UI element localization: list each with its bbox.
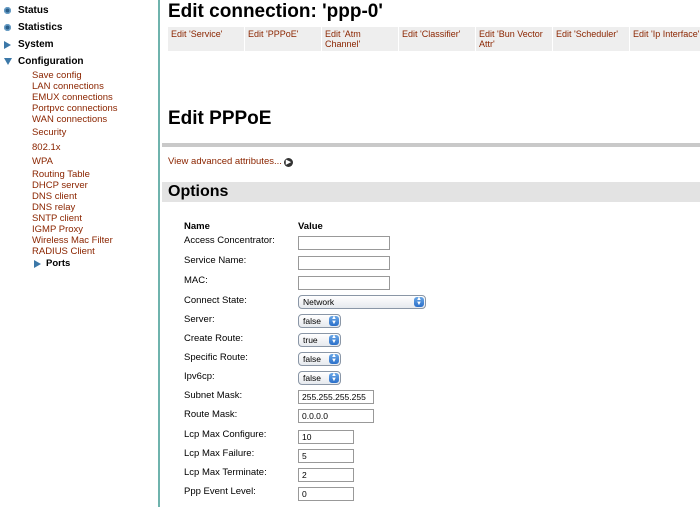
- nav-emux-connections[interactable]: EMUX connections: [32, 92, 113, 103]
- nav-ports[interactable]: Ports: [34, 258, 70, 269]
- field-label: Lcp Max Failure:: [184, 448, 255, 459]
- tab-edit-classifier[interactable]: Edit 'Classifier': [399, 27, 475, 51]
- sidebar: Status Statistics System Configuration S…: [0, 0, 160, 507]
- select-value: false: [303, 373, 321, 383]
- advanced-attributes-link[interactable]: View advanced attributes... ▶: [168, 155, 293, 167]
- go-arrow-icon: ▶: [283, 158, 293, 167]
- nav-configuration[interactable]: Configuration: [4, 56, 84, 67]
- field-label: Lcp Max Terminate:: [184, 467, 267, 478]
- tab-edit-scheduler[interactable]: Edit 'Scheduler': [553, 27, 629, 51]
- field-label: Create Route:: [184, 333, 244, 344]
- connect-state-select[interactable]: Network ▲ ▼: [298, 295, 426, 309]
- specific-route-select[interactable]: false ▲ ▼: [298, 352, 341, 366]
- mac-input[interactable]: [298, 276, 390, 290]
- nav-dns-relay[interactable]: DNS relay: [32, 202, 75, 213]
- nav-8021x[interactable]: 802.1x: [32, 142, 61, 153]
- nav-statistics[interactable]: Statistics: [4, 22, 62, 33]
- triangle-down-icon: [4, 58, 18, 65]
- tab-edit-bun-vector-attr[interactable]: Edit 'Bun Vector Attr': [476, 27, 552, 51]
- nav-dns-client[interactable]: DNS client: [32, 191, 77, 202]
- field-label: Route Mask:: [184, 409, 238, 420]
- field-label: Subnet Mask:: [184, 390, 243, 401]
- access-concentrator-input[interactable]: [298, 236, 390, 250]
- service-name-input[interactable]: [298, 256, 390, 270]
- lcp-max-configure-input[interactable]: 10: [298, 430, 354, 444]
- tab-edit-service[interactable]: Edit 'Service': [168, 27, 244, 51]
- nav-radius-client[interactable]: RADIUS Client: [32, 246, 95, 257]
- page-title: Edit connection: 'ppp-0': [168, 1, 383, 22]
- field-label: Ipv6cp:: [184, 371, 215, 382]
- server-select[interactable]: false ▲ ▼: [298, 314, 341, 328]
- select-value: true: [303, 335, 318, 345]
- options-header: Options: [162, 182, 700, 202]
- nav-dhcp-server[interactable]: DHCP server: [32, 180, 88, 191]
- field-label: Specific Route:: [184, 352, 248, 363]
- nav-wan-connections[interactable]: WAN connections: [32, 114, 107, 125]
- nav-ports-label: Ports: [46, 258, 71, 269]
- nav-igmp-proxy[interactable]: IGMP Proxy: [32, 224, 83, 235]
- nav-security[interactable]: Security: [32, 127, 66, 138]
- advanced-attributes-label: View advanced attributes...: [168, 155, 282, 167]
- field-label: Connect State:: [184, 295, 247, 306]
- route-mask-input[interactable]: 0.0.0.0: [298, 409, 374, 423]
- ppp-event-level-input[interactable]: 0: [298, 487, 354, 501]
- field-label: Lcp Max Configure:: [184, 429, 267, 440]
- select-arrows-icon: ▲ ▼: [329, 315, 339, 326]
- nav-system[interactable]: System: [4, 39, 54, 50]
- nav-statistics-label: Statistics: [18, 22, 63, 33]
- nav-system-label: System: [18, 39, 54, 50]
- section-divider: [162, 143, 700, 147]
- nav-status-label: Status: [18, 5, 49, 16]
- select-arrows-icon: ▲ ▼: [329, 353, 339, 364]
- lcp-max-failure-input[interactable]: 5: [298, 449, 354, 463]
- tab-edit-ip-interface[interactable]: Edit 'Ip Interface': [630, 27, 700, 51]
- ipv6cp-select[interactable]: false ▲ ▼: [298, 371, 341, 385]
- triangle-right-icon: [4, 40, 18, 49]
- circle-bullet-icon: [4, 7, 18, 14]
- field-label: Ppp Event Level:: [184, 486, 256, 497]
- triangle-right-icon: [34, 259, 46, 268]
- field-label: Service Name:: [184, 255, 247, 266]
- main-content: Edit connection: 'ppp-0' Edit 'Service' …: [162, 0, 700, 507]
- nav-status[interactable]: Status: [4, 5, 49, 16]
- select-arrows-icon: ▲ ▼: [329, 334, 339, 345]
- options-title: Options: [168, 183, 229, 200]
- nav-wpa[interactable]: WPA: [32, 156, 53, 167]
- column-header-name: Name: [184, 221, 210, 232]
- nav-wireless-mac-filter[interactable]: Wireless Mac Filter: [32, 235, 113, 246]
- nav-sntp-client[interactable]: SNTP client: [32, 213, 82, 224]
- select-arrows-icon: ▲ ▼: [329, 372, 339, 383]
- field-label: Access Concentrator:: [184, 235, 275, 246]
- column-header-value: Value: [298, 221, 323, 232]
- nav-lan-connections[interactable]: LAN connections: [32, 81, 104, 92]
- edit-tabs: Edit 'Service' Edit 'PPPoE' Edit 'Atm Ch…: [168, 27, 700, 51]
- select-arrows-icon: ▲ ▼: [414, 296, 424, 307]
- tab-edit-pppoe[interactable]: Edit 'PPPoE': [245, 27, 321, 51]
- field-label: Server:: [184, 314, 215, 325]
- nav-save-config[interactable]: Save config: [32, 70, 82, 81]
- nav-routing-table[interactable]: Routing Table: [32, 169, 90, 180]
- circle-bullet-icon: [4, 24, 18, 31]
- lcp-max-terminate-input[interactable]: 2: [298, 468, 354, 482]
- tab-edit-atm-channel[interactable]: Edit 'Atm Channel': [322, 27, 398, 51]
- nav-configuration-label: Configuration: [18, 56, 84, 67]
- subnet-mask-input[interactable]: 255.255.255.255: [298, 390, 374, 404]
- field-label: MAC:: [184, 275, 208, 286]
- select-value: false: [303, 354, 321, 364]
- select-value: false: [303, 316, 321, 326]
- create-route-select[interactable]: true ▲ ▼: [298, 333, 341, 347]
- select-value: Network: [303, 297, 335, 307]
- nav-portpvc-connections[interactable]: Portpvc connections: [32, 103, 118, 114]
- section-title: Edit PPPoE: [168, 108, 272, 129]
